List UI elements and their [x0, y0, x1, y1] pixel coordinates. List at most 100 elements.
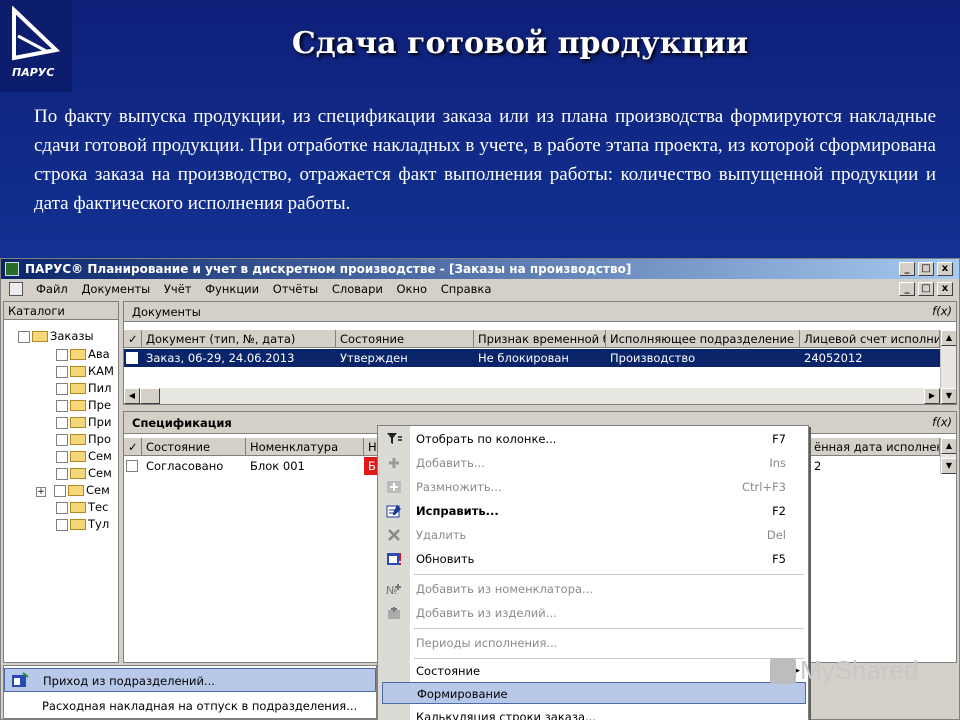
delete-icon [388, 529, 400, 541]
folder-icon [70, 417, 86, 428]
menu-item-add-from-products[interactable]: Добавить из изделий... [378, 602, 808, 624]
check-column[interactable]: ✓ [124, 438, 142, 456]
tree-item[interactable]: Про [56, 431, 111, 447]
column-account[interactable]: Лицевой счет исполни [800, 330, 940, 348]
menu-item-label: Калькуляция строки заказа... [416, 710, 596, 720]
expand-icon[interactable]: + [36, 487, 46, 497]
row-checkbox[interactable] [126, 460, 138, 472]
tree-checkbox[interactable] [56, 450, 68, 463]
menu-item-refresh[interactable]: Обновить F5 [378, 548, 808, 570]
menu-item-shortcut: Ins [769, 456, 786, 470]
formula-icon[interactable]: f(x) [932, 415, 952, 429]
tree-checkbox[interactable] [56, 467, 68, 480]
menu-item-execution-periods[interactable]: Периоды исполнения... [378, 632, 808, 654]
scroll-right-icon[interactable]: ▶ [924, 388, 940, 404]
menu-item-duplicate[interactable]: Размножить... Ctrl+F3 [378, 476, 808, 498]
menu-item-label: Отобрать по колонке... [416, 432, 557, 446]
table-row[interactable]: Заказ, 06-29, 24.06.2013 Утвержден Не бл… [124, 349, 940, 367]
column-nomenclature[interactable]: Номенклатура [246, 438, 364, 456]
menu-item-order-line-costing[interactable]: Калькуляция строки заказа... [378, 706, 808, 720]
tree-item[interactable]: Ава [56, 346, 110, 362]
tree-item[interactable]: Пре [56, 397, 111, 413]
tree-checkbox[interactable] [56, 399, 68, 412]
slide-body-text: По факту выпуска продукции, из специфика… [34, 106, 936, 214]
tree-checkbox[interactable] [56, 518, 68, 531]
doc-close-button[interactable]: x [937, 282, 953, 296]
menu-item-add[interactable]: Добавить... Ins [378, 452, 808, 474]
spec-vscrollbar[interactable]: ▲ ▼ [940, 438, 956, 474]
folder-icon [70, 366, 86, 377]
menu-item-edit[interactable]: Исправить... F2 [378, 500, 808, 522]
scroll-up-icon[interactable]: ▲ [941, 438, 956, 454]
minimize-button[interactable]: _ [899, 262, 915, 276]
tree-checkbox[interactable] [56, 501, 68, 514]
tree-checkbox[interactable] [18, 330, 30, 343]
parus-logo: ПАРУС [0, 0, 72, 92]
menu-reports[interactable]: Отчёты [268, 279, 323, 299]
column-actual-date[interactable]: ённая дата исполнен [810, 438, 940, 456]
close-button[interactable]: x [937, 262, 953, 276]
tree-item[interactable]: Пил [56, 380, 111, 396]
menu-window[interactable]: Окно [392, 279, 433, 299]
scroll-left-icon[interactable]: ◀ [124, 388, 140, 404]
menu-item-add-from-nomenclature[interactable]: № Добавить из номенклатора... [378, 578, 808, 600]
scroll-thumb[interactable] [140, 388, 160, 404]
column-document[interactable]: Документ (тип, №, дата) [142, 330, 336, 348]
column-temp-block[interactable]: Признак временной б [474, 330, 606, 348]
doc-minimize-button[interactable]: _ [899, 282, 915, 296]
tree-item[interactable]: Сем [56, 448, 112, 464]
tree-item[interactable]: Тул [56, 516, 109, 532]
tree-checkbox[interactable] [56, 348, 68, 361]
cell-temp-block: Не блокирован [478, 351, 569, 365]
menu-item-filter-by-column[interactable]: Отобрать по колонке... F7 [378, 428, 808, 450]
row-checkbox[interactable] [126, 352, 138, 364]
tree-item-label: Сем [88, 466, 112, 480]
menu-bar: Файл Документы Учёт Функции Отчёты Слова… [1, 279, 959, 299]
document-icon [9, 282, 23, 296]
folder-icon [70, 451, 86, 462]
menu-item-state[interactable]: Состояние ▶ [378, 660, 808, 682]
menu-file[interactable]: Файл [31, 279, 73, 299]
tree-checkbox[interactable] [56, 382, 68, 395]
tree-item[interactable]: Сем [56, 465, 112, 481]
formula-icon[interactable]: f(x) [932, 304, 952, 318]
window-titlebar[interactable]: ПАРУС® Планирование и учет в дискретном … [1, 259, 959, 279]
menu-item-shortcut: Del [766, 528, 786, 542]
menu-dictionaries[interactable]: Словари [327, 279, 388, 299]
menu-help[interactable]: Справка [436, 279, 497, 299]
doc-restore-button[interactable]: □ [918, 282, 934, 296]
documents-hscrollbar[interactable]: ◀ ▶ [124, 388, 940, 404]
tree-checkbox[interactable] [56, 365, 68, 378]
nomenclature-icon: № [386, 584, 401, 596]
scroll-down-icon[interactable]: ▼ [941, 388, 956, 404]
menu-item-label: Формирование [417, 687, 508, 701]
column-department[interactable]: Исполняющее подразделение [606, 330, 800, 348]
menu-item-generation[interactable]: Формирование [382, 682, 806, 704]
tree-item[interactable]: + Сем [36, 482, 110, 498]
submenu-item-receipt-from-departments[interactable]: Приход из подразделений... [4, 668, 376, 692]
tree-checkbox[interactable] [56, 433, 68, 446]
submenu-item-dispatch-invoice[interactable]: Расходная накладная на отпуск в подразде… [4, 694, 376, 718]
scroll-up-icon[interactable]: ▲ [941, 330, 956, 346]
menu-accounting[interactable]: Учёт [159, 279, 197, 299]
svg-text:№: № [386, 584, 397, 596]
tree-checkbox[interactable] [56, 416, 68, 429]
column-spec-state[interactable]: Состояние [142, 438, 246, 456]
tree-root[interactable]: Заказы [18, 328, 94, 344]
menu-item-label: Добавить... [416, 456, 485, 470]
tree-item[interactable]: При [56, 414, 111, 430]
menu-documents[interactable]: Документы [76, 279, 155, 299]
menu-item-label: Добавить из изделий... [416, 606, 557, 620]
column-state[interactable]: Состояние [336, 330, 474, 348]
menu-item-delete[interactable]: Удалить Del [378, 524, 808, 546]
menu-item-label: Исправить... [416, 504, 499, 518]
menu-functions[interactable]: Функции [200, 279, 264, 299]
maximize-button[interactable]: □ [918, 262, 934, 276]
check-column[interactable]: ✓ [124, 330, 142, 348]
documents-vscrollbar[interactable]: ▲ ▼ [940, 330, 956, 404]
tree-item[interactable]: Тес [56, 499, 108, 515]
menu-separator [414, 628, 804, 629]
tree-item[interactable]: КАМ [56, 363, 114, 379]
scroll-down-icon[interactable]: ▼ [941, 458, 956, 474]
tree-checkbox[interactable] [54, 484, 66, 497]
